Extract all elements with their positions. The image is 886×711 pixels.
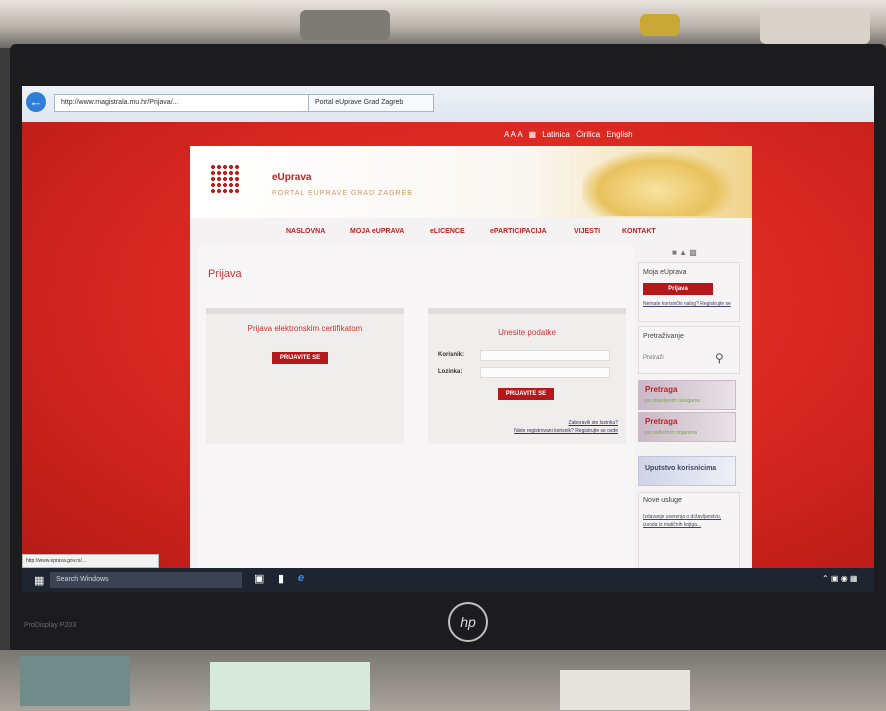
desk-foreground	[0, 650, 886, 711]
share-icon[interactable]: ▲	[679, 248, 687, 257]
print-icon[interactable]: ▦	[528, 130, 536, 139]
background-object	[760, 8, 870, 44]
sidebar-login-button[interactable]: Prijava	[643, 283, 713, 295]
password-input[interactable]	[480, 367, 610, 378]
username-label: Korisnik:	[438, 352, 465, 358]
link-latin[interactable]: Latinica	[542, 130, 570, 139]
main-content: Prijava Prijava elektronskim certifikato…	[198, 246, 634, 576]
background-object	[300, 10, 390, 40]
link-english[interactable]: English	[606, 130, 632, 139]
taskbar-search[interactable]: Search Windows	[50, 572, 242, 588]
news-box: Nove usluge Izdavanje uverenja o državlj…	[638, 492, 740, 578]
desk-object	[560, 670, 690, 710]
hp-logo: hp	[448, 602, 488, 642]
status-bar-url: http://www.eprava.gov.rs/...	[22, 554, 159, 568]
monitor-model-label: ProDisplay P203	[24, 622, 77, 629]
promo-title: Pretraga	[645, 385, 678, 394]
search-icon[interactable]: ⚲	[715, 351, 724, 365]
back-icon[interactable]: ←	[26, 92, 46, 112]
main-nav: NASLOVNA MOJA eUPRAVA eLICENCE ePARTICIP…	[190, 222, 752, 244]
my-euprava-box: Moja eUprava Prijava Nemate korisnički n…	[638, 262, 740, 322]
nav-item-home[interactable]: NASLOVNA	[286, 228, 325, 235]
browser-tab[interactable]: Portal eUprave Grad Zagreb	[308, 94, 434, 112]
file-explorer-icon[interactable]: ▮	[278, 572, 284, 585]
sidebar-search-input[interactable]: Pretraži	[643, 355, 664, 361]
promo-user-guide[interactable]: Uputstvo korisnicima	[638, 456, 736, 486]
promo-services[interactable]: Pretraga po objavljenim uslugama	[638, 380, 736, 410]
nav-item-elicence[interactable]: eLICENCE	[430, 228, 465, 235]
site-header: eUprava PORTAL EUPRAVE GRAD ZAGREB	[190, 146, 752, 218]
sidebar-register-link[interactable]: Nemate korisnički nalog? Registrujte se	[643, 301, 733, 307]
desk-object	[20, 656, 130, 706]
link-cyrillic[interactable]: Ćirilica	[576, 130, 600, 139]
system-tray[interactable]: ⌃ ▣ ◉ ▦	[822, 574, 857, 583]
site-name: eUprava	[272, 172, 312, 183]
password-label: Lozinka:	[438, 369, 463, 375]
nav-item-my-euprava[interactable]: MOJA eUPRAVA	[350, 228, 404, 235]
task-view-icon[interactable]: ▣	[254, 572, 264, 585]
room-background	[0, 0, 886, 48]
page-tools: ■ ▲ ▩	[672, 248, 697, 257]
sidebar-heading: Nove usluge	[643, 497, 682, 504]
browser-toolbar: ← http://www.magistrala.mu.hr/Prijava/..…	[22, 86, 874, 123]
sidebar-heading: Pretraživanje	[643, 333, 684, 340]
nav-item-eparticipacija[interactable]: ePARTICIPACIJA	[490, 228, 547, 235]
panel-title: Prijava elektronskim certifikatom	[247, 324, 363, 333]
nav-item-contact[interactable]: KONTAKT	[622, 228, 656, 235]
promo-authorities[interactable]: Pretraga po nadležnim organima	[638, 412, 736, 442]
sidebar-heading: Moja eUprava	[643, 269, 687, 276]
username-input[interactable]	[480, 350, 610, 361]
rss-icon[interactable]: ■	[672, 248, 677, 257]
windows-start-icon[interactable]: ▦	[34, 574, 44, 587]
top-links: A A A ▦ Latinica Ćirilica English	[500, 130, 633, 139]
nav-item-news[interactable]: VIJESTI	[574, 228, 600, 235]
credentials-login-button[interactable]: PRIJAVITE SE	[498, 388, 554, 400]
site-logo-icon[interactable]	[210, 164, 240, 194]
certificate-login-button[interactable]: PRIJAVITE SE	[272, 352, 328, 364]
font-size-toggle[interactable]: A A A	[504, 130, 522, 139]
desk-object	[210, 662, 370, 710]
site-page: eUprava PORTAL EUPRAVE GRAD ZAGREB NASLO…	[190, 146, 752, 578]
promo-title: Pretraga	[645, 417, 678, 426]
register-link[interactable]: Niste registrovani korisnik? Registrujte…	[438, 428, 618, 434]
windows-taskbar: ▦ Search Windows ▣ ▮ e ⌃ ▣ ◉ ▦	[22, 568, 874, 592]
page-title: Prijava	[208, 268, 242, 280]
promo-subtitle: po objavljenim uslugama	[645, 398, 701, 404]
background-object	[640, 14, 680, 36]
search-box: Pretraživanje Pretraži ⚲	[638, 326, 740, 374]
header-illustration	[582, 152, 732, 216]
certificate-login-panel: Prijava elektronskim certifikatom PRIJAV…	[206, 308, 404, 444]
news-item-link[interactable]: Izdavanje uverenja o državljanstvu, izvo…	[643, 513, 731, 529]
sidebar: Moja eUprava Prijava Nemate korisnički n…	[638, 262, 742, 578]
promo-subtitle: po nadležnim organima	[645, 430, 697, 436]
forgot-password-link[interactable]: Zaboravili ste lozinku?	[438, 420, 618, 426]
promo-title: Uputstvo korisnicima	[645, 465, 717, 472]
credentials-login-panel: Unesite podatke Korisnik: Lozinka: PRIJA…	[428, 308, 626, 444]
site-subtitle: PORTAL EUPRAVE GRAD ZAGREB	[272, 190, 413, 197]
monitor-screen: ← http://www.magistrala.mu.hr/Prijava/..…	[22, 86, 874, 592]
print-page-icon[interactable]: ▩	[689, 248, 697, 257]
address-bar[interactable]: http://www.magistrala.mu.hr/Prijava/...	[54, 94, 310, 112]
internet-explorer-icon[interactable]: e	[298, 572, 304, 584]
panel-title: Unesite podatke	[498, 328, 556, 337]
